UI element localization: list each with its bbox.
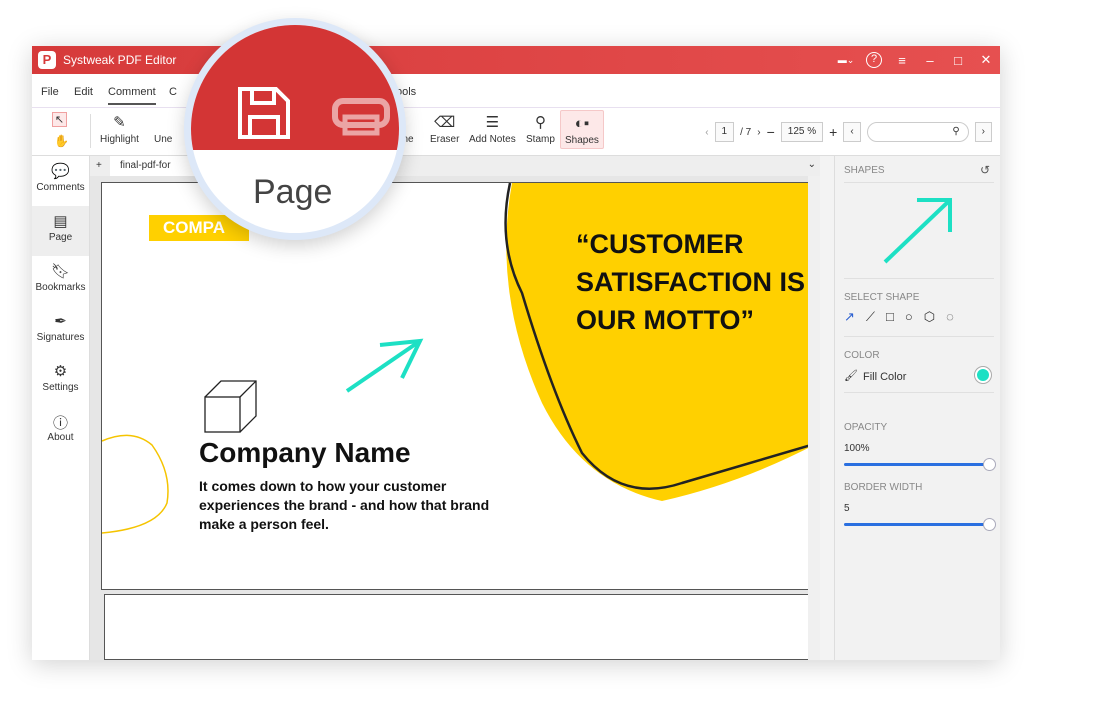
hexagon-shape-icon[interactable]: ⬡ — [924, 309, 935, 325]
help-icon[interactable]: ? — [866, 52, 882, 68]
eraser-icon: ⌫ — [434, 114, 456, 131]
prev-page-icon[interactable]: ‹ — [705, 127, 708, 138]
language-flag-icon[interactable]: ▬⌄ — [832, 55, 860, 66]
search-prev-button[interactable]: ‹ — [843, 122, 861, 142]
menu-comment[interactable]: Comment — [108, 86, 156, 105]
shapes-icon: ◐▪ — [574, 115, 590, 132]
maximize-button[interactable]: □ — [944, 53, 972, 68]
color-label: COLOR — [844, 350, 880, 361]
new-tab-button[interactable]: + — [96, 160, 102, 171]
magnifier-label: Page — [253, 173, 333, 211]
border-width-label: BORDER WIDTH — [844, 482, 923, 493]
page-navigation: ‹ 1 / 7 › − 125 % + ‹ ⚲ › — [705, 122, 992, 142]
page-icon: ▤ — [53, 213, 68, 230]
quote-text: “CUSTOMER SATISFACTION IS OUR MOTTO” — [576, 229, 806, 335]
tool-add-notes[interactable]: ☰ Add Notes — [469, 112, 516, 145]
app-window: P Systweak PDF Editor ▬⌄ ? ≡ – □ ✕ File … — [32, 46, 1000, 660]
sidebar-item-comments[interactable]: 💬 Comments — [32, 156, 89, 206]
search-input[interactable]: ⚲ — [866, 122, 969, 142]
tool-stamp[interactable]: ⚲ Stamp — [526, 112, 555, 145]
opacity-label: OPACITY — [844, 422, 888, 433]
close-button[interactable]: ✕ — [972, 52, 1000, 68]
tool-shapes[interactable]: ◐▪ Shapes — [560, 110, 604, 149]
note-icon: ☰ — [485, 114, 500, 131]
pdf-page: COMPA “CUSTOMER SATISFACTION IS OUR MOTT… — [101, 182, 817, 590]
next-page-icon[interactable]: › — [757, 127, 760, 138]
gear-icon: ⚙ — [53, 363, 68, 380]
menu-bar: File Edit Comment C ools — [32, 74, 1000, 108]
arc-shape-icon[interactable]: ◌ — [946, 309, 954, 325]
pdf-page-2 — [104, 594, 816, 660]
tagline: It comes down to how your customer exper… — [199, 478, 490, 532]
toolbar: ↖ ✋ ✎ Highlight Une line ⌫ Eraser ☰ Add Not… — [32, 108, 1000, 156]
border-width-value: 5 — [844, 503, 850, 514]
tool-highlight[interactable]: ✎ Highlight — [100, 112, 139, 145]
vertical-scrollbar[interactable] — [808, 176, 820, 660]
comments-icon: 💬 — [51, 163, 70, 180]
page-total: / 7 — [740, 126, 752, 138]
search-next-button[interactable]: › — [974, 122, 992, 142]
sidebar-item-about[interactable]: ⓘ About — [32, 406, 89, 456]
stamp-icon: ⚲ — [534, 114, 546, 131]
select-cursor-icon[interactable]: ↖ — [52, 112, 67, 127]
fill-color-swatch[interactable] — [975, 367, 991, 383]
minimize-button[interactable]: – — [916, 53, 944, 68]
shape-preview-arrow — [883, 198, 952, 264]
panel-title: SHAPES — [844, 165, 885, 176]
cube-icon — [204, 380, 257, 433]
print-icon — [332, 98, 390, 136]
opacity-value: 100% — [844, 443, 870, 454]
bookmark-icon: 🔖︎ — [50, 263, 71, 280]
magnifier-callout: Page — [184, 18, 406, 240]
shapes-panel: SHAPES ↺ SELECT SHAPE ↗ ⟋ □ ○ ⬡ ◌ COLOR … — [834, 156, 1000, 660]
search-icon: ⚲ — [952, 126, 960, 137]
tool-eraser[interactable]: ⌫ Eraser — [430, 112, 459, 145]
page-input[interactable]: 1 — [714, 122, 735, 142]
sidebar-item-settings[interactable]: ⚙ Settings — [32, 356, 89, 406]
reset-icon[interactable]: ↺ — [980, 163, 990, 177]
zoom-out-button[interactable]: − — [767, 124, 775, 140]
zoom-input[interactable]: 125 % — [780, 122, 824, 142]
rectangle-shape-icon[interactable]: □ — [886, 309, 894, 325]
tool-underline[interactable]: Une — [154, 112, 172, 145]
app-logo: P — [38, 51, 56, 69]
fill-color-label: Fill Color — [863, 371, 907, 383]
document-viewer: COMPA “CUSTOMER SATISFACTION IS OUR MOTT… — [90, 176, 820, 660]
circle-shape-icon[interactable]: ○ — [905, 309, 913, 325]
line-shape-icon[interactable]: ⟋ — [866, 309, 875, 325]
tab-dropdown-icon[interactable]: ⌄ — [808, 159, 816, 170]
hand-tool-icon[interactable]: ✋ — [54, 134, 69, 148]
yellow-rounded-square — [102, 434, 169, 534]
select-shape-label: SELECT SHAPE — [844, 292, 920, 303]
sidebar-item-signatures[interactable]: ✒ Signatures — [32, 306, 89, 356]
arrow-shape-icon[interactable]: ↗ — [844, 309, 855, 325]
title-bar: P Systweak PDF Editor ▬⌄ ? ≡ – □ ✕ — [32, 46, 1000, 74]
zoom-in-button[interactable]: + — [829, 124, 837, 140]
company-name: Company Name — [199, 437, 411, 468]
save-icon — [238, 87, 290, 139]
menu-c[interactable]: C — [169, 86, 177, 98]
sidebar-item-bookmarks[interactable]: 🔖︎ Bookmarks — [32, 256, 89, 306]
border-width-slider[interactable] — [844, 518, 996, 531]
signature-icon: ✒ — [54, 313, 67, 330]
pen-icon: ✎ — [113, 114, 126, 131]
menu-edit[interactable]: Edit — [74, 86, 93, 98]
arrow-annotation — [345, 338, 424, 393]
sidebar-item-page[interactable]: ▤ Page — [32, 206, 89, 256]
opacity-slider[interactable] — [844, 458, 996, 471]
brush-icon: 🖌︎ — [844, 370, 858, 382]
hamburger-menu-icon[interactable]: ≡ — [888, 53, 916, 68]
info-icon: ⓘ — [52, 415, 68, 432]
menu-file[interactable]: File — [41, 86, 59, 98]
left-sidebar: 💬 Comments ▤ Page 🔖︎ Bookmarks ✒ Signatures … — [32, 156, 90, 660]
app-title: Systweak PDF Editor — [63, 53, 177, 67]
